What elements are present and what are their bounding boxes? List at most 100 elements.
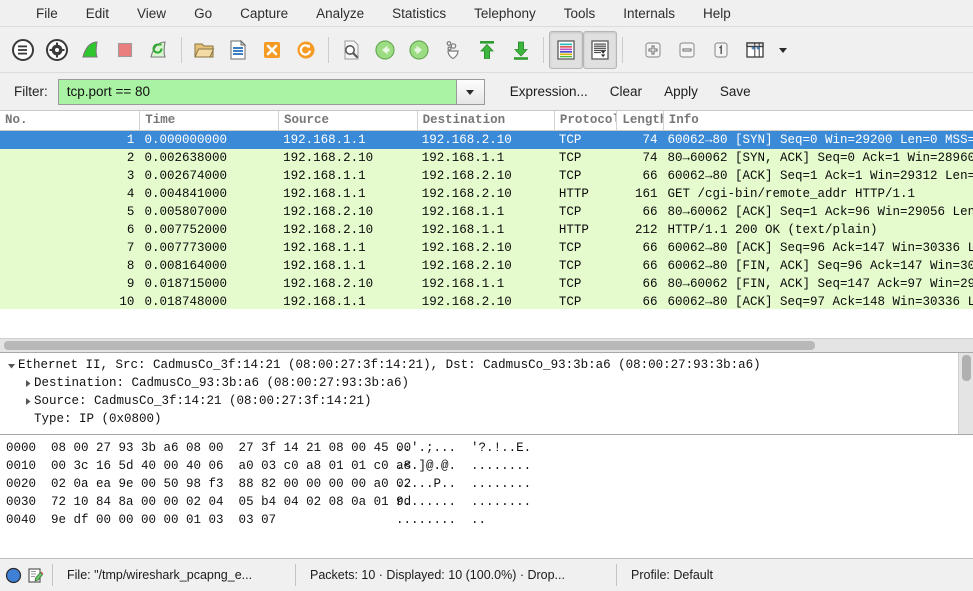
capture-file-comment-button[interactable] [27, 567, 44, 584]
packet-row[interactable]: 7 0.007773000 192.168.1.1 192.168.2.10 TCP 66… [0, 239, 973, 257]
interfaces-button[interactable] [6, 31, 40, 69]
hex-dump-row[interactable]: 0040 9e df 00 00 00 00 01 03 03 07 .....… [6, 511, 973, 529]
zoom-in-button[interactable] [636, 31, 670, 69]
packet-row[interactable]: 5 0.005807000 192.168.2.10 192.168.1.1 TCP 66… [0, 203, 973, 221]
hex-dump-row[interactable]: 0020 02 0a ea 9e 00 50 98 f3 88 82 00 00… [6, 475, 973, 493]
go-first-packet-button[interactable] [470, 31, 504, 69]
packet-details-pane[interactable]: Ethernet II, Src: CadmusCo_3f:14:21 (08:… [0, 352, 973, 435]
column-header-source[interactable]: Source [277, 111, 417, 130]
packet-cell-no: 2 [126, 151, 135, 165]
menu-bar: File Edit View Go Capture Analyze Statis… [0, 0, 973, 27]
vscrollbar-thumb[interactable] [961, 355, 971, 381]
packet-details-vscrollbar[interactable] [958, 353, 973, 434]
zoom-out-icon [679, 41, 695, 58]
hex-dump-row[interactable]: 0010 00 3c 16 5d 40 00 40 06 a0 03 c0 a8… [6, 457, 973, 475]
go-forward-button[interactable] [402, 31, 436, 69]
resize-columns-button[interactable] [738, 31, 772, 69]
column-header-protocol[interactable]: Protocol [553, 111, 616, 130]
menu-item-view[interactable]: View [123, 3, 180, 24]
menu-item-edit[interactable]: Edit [72, 3, 123, 24]
packet-cell-length: 66 [642, 295, 658, 309]
filter-dropdown-button[interactable] [455, 79, 484, 104]
packet-list-hscrollbar[interactable] [0, 338, 973, 352]
filter-combo[interactable] [57, 78, 485, 105]
packet-row[interactable]: 9 0.018715000 192.168.2.10 192.168.1.1 TCP 66… [0, 275, 973, 293]
save-file-button[interactable] [221, 31, 255, 69]
column-header-length[interactable]: Length [616, 111, 663, 130]
twisty-collapsed-icon[interactable] [20, 379, 34, 388]
packet-list-empty-area [0, 309, 973, 338]
filter-expression-button[interactable]: Expression... [499, 80, 599, 103]
menu-item-analyze[interactable]: Analyze [302, 3, 378, 24]
hex-dump-row[interactable]: 0030 72 10 84 8a 00 00 02 04 05 b4 04 02… [6, 493, 973, 511]
status-packet-counts[interactable]: Packets: 10 · Displayed: 10 (100.0%) · D… [296, 559, 616, 591]
packet-bytes-pane[interactable]: 0000 08 00 27 93 3b a6 08 00 27 3f 14 21… [0, 435, 973, 558]
packet-cell-source: 192.168.2.10 [283, 205, 374, 219]
menu-item-tools[interactable]: Tools [550, 3, 610, 24]
packet-cell-protocol: TCP [558, 241, 582, 255]
start-capture-button[interactable] [74, 31, 108, 69]
packet-list-pane[interactable]: No. Time Source Destination Protocol Len… [0, 111, 973, 309]
packet-cell-source: 192.168.1.1 [283, 169, 366, 183]
packet-cell-info: HTTP/1.1 200 OK (text/plain) [667, 223, 878, 237]
detail-tree-item[interactable]: Ethernet II, Src: CadmusCo_3f:14:21 (08:… [4, 356, 958, 374]
filter-apply-button[interactable]: Apply [653, 80, 709, 103]
detail-tree-item[interactable]: Type: IP (0x0800) [4, 410, 958, 428]
packet-cell-no: 5 [126, 205, 135, 219]
packet-cell-source: 192.168.1.1 [283, 241, 366, 255]
capture-options-button[interactable] [40, 31, 74, 69]
menu-item-go[interactable]: Go [180, 3, 226, 24]
packet-row[interactable]: 3 0.002674000 192.168.1.1 192.168.2.10 TCP 66… [0, 167, 973, 185]
status-file-info[interactable]: File: "/tmp/wireshark_pcapng_e... [53, 559, 295, 591]
packet-row[interactable]: 8 0.008164000 192.168.1.1 192.168.2.10 TCP 66… [0, 257, 973, 275]
go-to-packet-button[interactable] [436, 31, 470, 69]
column-header-destination[interactable]: Destination [416, 111, 554, 130]
filter-save-button[interactable]: Save [709, 80, 762, 103]
hscrollbar-thumb[interactable] [4, 341, 815, 350]
restart-capture-button[interactable] [142, 31, 176, 69]
detail-tree-item[interactable]: Source: CadmusCo_3f:14:21 (08:00:27:3f:1… [4, 392, 958, 410]
packet-cell-protocol: HTTP [558, 223, 589, 237]
expert-info-button[interactable] [5, 567, 22, 584]
packet-row[interactable]: 4 0.004841000 192.168.1.1 192.168.2.10 HTTP 1… [0, 185, 973, 203]
hex-dump-row[interactable]: 0000 08 00 27 93 3b a6 08 00 27 3f 14 21… [6, 439, 973, 457]
reload-file-button[interactable] [289, 31, 323, 69]
colorize-toggle-button[interactable] [549, 30, 583, 69]
stop-capture-button[interactable] [108, 31, 142, 69]
go-last-packet-button[interactable] [504, 31, 538, 69]
menu-item-telephony[interactable]: Telephony [460, 3, 550, 24]
menu-item-statistics[interactable]: Statistics [378, 3, 460, 24]
packet-list-rows: 1 0.000000000 192.168.1.1 192.168.2.10 TCP 74… [0, 131, 973, 309]
detail-tree-item[interactable]: Destination: CadmusCo_93:3b:a6 (08:00:27… [4, 374, 958, 392]
packet-cell-info: 80→60062 [ACK] Seq=1 Ack=96 Win=29056 Le… [667, 205, 973, 219]
menu-item-help[interactable]: Help [689, 3, 745, 24]
menu-item-file[interactable]: File [22, 3, 72, 24]
packet-cell-destination: 192.168.2.10 [421, 187, 512, 201]
open-file-button[interactable] [187, 31, 221, 69]
menu-item-internals[interactable]: Internals [609, 3, 689, 24]
status-profile[interactable]: Profile: Default [617, 559, 727, 591]
toolbar-overflow-button[interactable] [772, 31, 794, 69]
filter-label: Filter: [14, 84, 48, 99]
packet-row[interactable]: 1 0.000000000 192.168.1.1 192.168.2.10 TCP 74… [0, 131, 973, 149]
packet-row[interactable]: 10 0.018748000 192.168.1.1 192.168.2.10 TCP 6… [0, 293, 973, 309]
filter-clear-button[interactable]: Clear [599, 80, 653, 103]
twisty-expanded-icon[interactable] [4, 361, 18, 370]
column-header-no[interactable]: No. [0, 111, 139, 130]
close-file-button[interactable] [255, 31, 289, 69]
hex-ascii: r....... ........ [396, 495, 532, 509]
column-header-time[interactable]: Time [139, 111, 278, 130]
twisty-collapsed-icon[interactable] [20, 397, 34, 406]
packet-row[interactable]: 6 0.007752000 192.168.2.10 192.168.1.1 HTTP 2… [0, 221, 973, 239]
zoom-reset-button[interactable] [704, 31, 738, 69]
packet-row[interactable]: 2 0.002638000 192.168.2.10 192.168.1.1 TCP 74… [0, 149, 973, 167]
packet-cell-protocol: TCP [558, 295, 582, 309]
go-back-button[interactable] [368, 31, 402, 69]
column-header-info[interactable]: Info [662, 111, 973, 130]
display-filter-input[interactable] [58, 79, 456, 104]
zoom-out-button[interactable] [670, 31, 704, 69]
menu-item-capture[interactable]: Capture [226, 3, 302, 24]
packet-cell-info: 80→60062 [FIN, ACK] Seq=147 Ack=97 Win=2… [667, 277, 973, 291]
autoscroll-toggle-button[interactable] [583, 30, 617, 69]
find-packet-button[interactable] [334, 31, 368, 69]
